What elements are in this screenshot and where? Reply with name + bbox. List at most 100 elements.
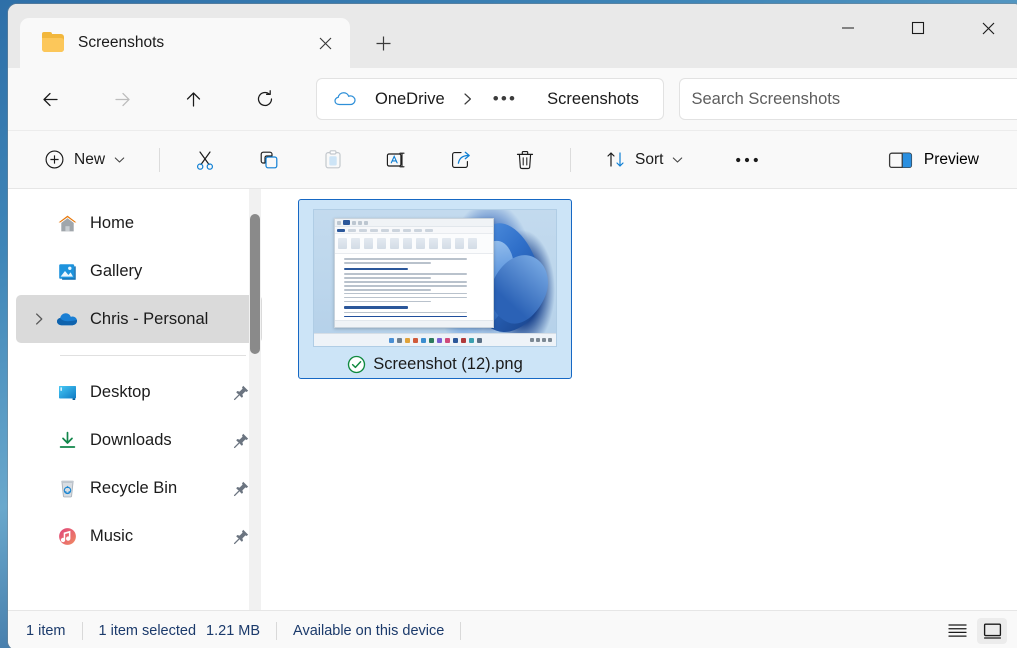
minimize-button[interactable] bbox=[813, 4, 883, 52]
cloud-synced-check-icon bbox=[347, 355, 366, 374]
breadcrumb[interactable]: OneDrive ••• Screenshots bbox=[316, 78, 664, 120]
nav-expander-placeholder bbox=[26, 247, 52, 295]
item-count: 1 item bbox=[26, 623, 66, 639]
paste-button bbox=[312, 141, 354, 179]
share-button[interactable] bbox=[440, 141, 482, 179]
home-icon bbox=[52, 213, 82, 234]
delete-button[interactable] bbox=[504, 141, 546, 179]
sidebar-item-label: Music bbox=[82, 527, 133, 546]
plus-circle-icon bbox=[44, 149, 65, 170]
nav-expander-placeholder bbox=[26, 368, 52, 416]
sidebar-item-music[interactable]: Music bbox=[16, 512, 262, 560]
command-bar: New bbox=[8, 131, 1017, 189]
tab-strip: Screenshots bbox=[8, 4, 400, 68]
sidebar-scrollbar[interactable] bbox=[249, 189, 261, 610]
file-list-view[interactable]: Screenshot (12).png bbox=[272, 189, 1017, 610]
breadcrumb-root[interactable]: OneDrive bbox=[367, 86, 453, 113]
music-icon bbox=[52, 526, 82, 547]
chevron-right-icon bbox=[453, 92, 483, 106]
trash-icon bbox=[514, 149, 536, 171]
back-arrow-icon[interactable] bbox=[30, 79, 70, 119]
copy-button[interactable] bbox=[248, 141, 290, 179]
sidebar-item-gallery[interactable]: Gallery bbox=[16, 247, 262, 295]
search-input[interactable]: Search Screenshots bbox=[679, 78, 1017, 120]
pin-icon[interactable] bbox=[233, 432, 250, 449]
sort-button[interactable]: Sort bbox=[595, 141, 693, 179]
selection-count: 1 item selected bbox=[99, 623, 197, 639]
tab-title: Screenshots bbox=[78, 34, 294, 52]
breadcrumb-overflow-button[interactable]: ••• bbox=[483, 90, 527, 108]
file-name: Screenshot (12).png bbox=[373, 355, 523, 374]
pin-icon[interactable] bbox=[233, 384, 250, 401]
window-controls bbox=[813, 4, 1017, 52]
up-arrow-icon[interactable] bbox=[173, 79, 213, 119]
file-thumbnail bbox=[313, 209, 557, 347]
status-bar: 1 item 1 item selected 1.21 MB Available… bbox=[8, 610, 1017, 648]
availability-status: Available on this device bbox=[293, 623, 444, 639]
downloads-icon bbox=[52, 430, 82, 451]
nav-expander-placeholder bbox=[26, 199, 52, 247]
copy-icon bbox=[258, 149, 280, 171]
sidebar-divider bbox=[60, 355, 246, 356]
sidebar-item-label: Home bbox=[82, 214, 134, 233]
cut-button[interactable] bbox=[184, 141, 226, 179]
tab-close-icon[interactable] bbox=[308, 26, 342, 60]
sidebar-item-chris-personal[interactable]: Chris - Personal bbox=[16, 295, 262, 343]
file-explorer-window: Screenshots bbox=[8, 4, 1017, 648]
folder-icon bbox=[42, 34, 64, 52]
title-bar: Screenshots bbox=[8, 4, 1017, 68]
refresh-icon[interactable] bbox=[245, 79, 285, 119]
file-label-row: Screenshot (12).png bbox=[341, 355, 529, 374]
sidebar-item-label: Desktop bbox=[82, 383, 151, 402]
navigation-pane: Home Gallery bbox=[8, 189, 272, 610]
sidebar-item-label: Downloads bbox=[82, 431, 172, 450]
ellipsis-icon bbox=[735, 156, 759, 164]
gallery-icon bbox=[52, 261, 82, 282]
sidebar-item-home[interactable]: Home bbox=[16, 199, 262, 247]
nav-expander-placeholder bbox=[26, 464, 52, 512]
nav-expander-placeholder bbox=[26, 416, 52, 464]
sidebar-item-downloads[interactable]: Downloads bbox=[16, 416, 262, 464]
preview-label: Preview bbox=[924, 151, 979, 169]
status-divider bbox=[82, 622, 83, 640]
sidebar-item-label: Chris - Personal bbox=[82, 310, 208, 329]
search-placeholder: Search Screenshots bbox=[692, 90, 841, 109]
sidebar-item-label: Gallery bbox=[82, 262, 142, 281]
scissors-icon bbox=[194, 149, 216, 171]
toolbar-divider bbox=[159, 148, 160, 172]
preview-button[interactable]: Preview bbox=[878, 141, 989, 179]
tab-screenshots[interactable]: Screenshots bbox=[20, 18, 350, 68]
nav-expander-placeholder bbox=[26, 512, 52, 560]
recycle-bin-icon bbox=[52, 478, 82, 499]
chevron-right-icon[interactable] bbox=[26, 295, 52, 343]
status-divider bbox=[276, 622, 277, 640]
rename-icon bbox=[385, 149, 409, 171]
breadcrumb-current[interactable]: Screenshots bbox=[539, 86, 647, 113]
desktop-icon bbox=[52, 382, 82, 403]
file-tile[interactable]: Screenshot (12).png bbox=[298, 199, 572, 379]
large-icons-view-icon[interactable] bbox=[977, 618, 1007, 644]
chevron-down-icon bbox=[114, 156, 125, 164]
new-tab-icon[interactable] bbox=[366, 26, 400, 60]
details-view-icon[interactable] bbox=[942, 618, 972, 644]
thumbnail-word-window bbox=[334, 218, 494, 328]
sidebar-item-recycle-bin[interactable]: Recycle Bin bbox=[16, 464, 262, 512]
sidebar-item-label: Recycle Bin bbox=[82, 479, 177, 498]
paste-icon bbox=[322, 149, 344, 171]
onedrive-cloud-icon bbox=[52, 311, 82, 328]
close-button[interactable] bbox=[953, 4, 1017, 52]
maximize-button[interactable] bbox=[883, 4, 953, 52]
sidebar-scrollbar-thumb[interactable] bbox=[250, 214, 260, 354]
forward-arrow-icon bbox=[102, 79, 142, 119]
sidebar-item-desktop[interactable]: Desktop bbox=[16, 368, 262, 416]
status-divider bbox=[460, 622, 461, 640]
pin-icon[interactable] bbox=[233, 528, 250, 545]
share-icon bbox=[450, 149, 473, 171]
sort-arrows-icon bbox=[605, 149, 626, 170]
see-more-button[interactable] bbox=[725, 141, 769, 179]
new-button[interactable]: New bbox=[34, 141, 135, 179]
rename-button[interactable] bbox=[376, 141, 418, 179]
address-bar-row: OneDrive ••• Screenshots Search Screensh… bbox=[8, 68, 1017, 131]
new-label: New bbox=[74, 151, 105, 169]
pin-icon[interactable] bbox=[233, 480, 250, 497]
